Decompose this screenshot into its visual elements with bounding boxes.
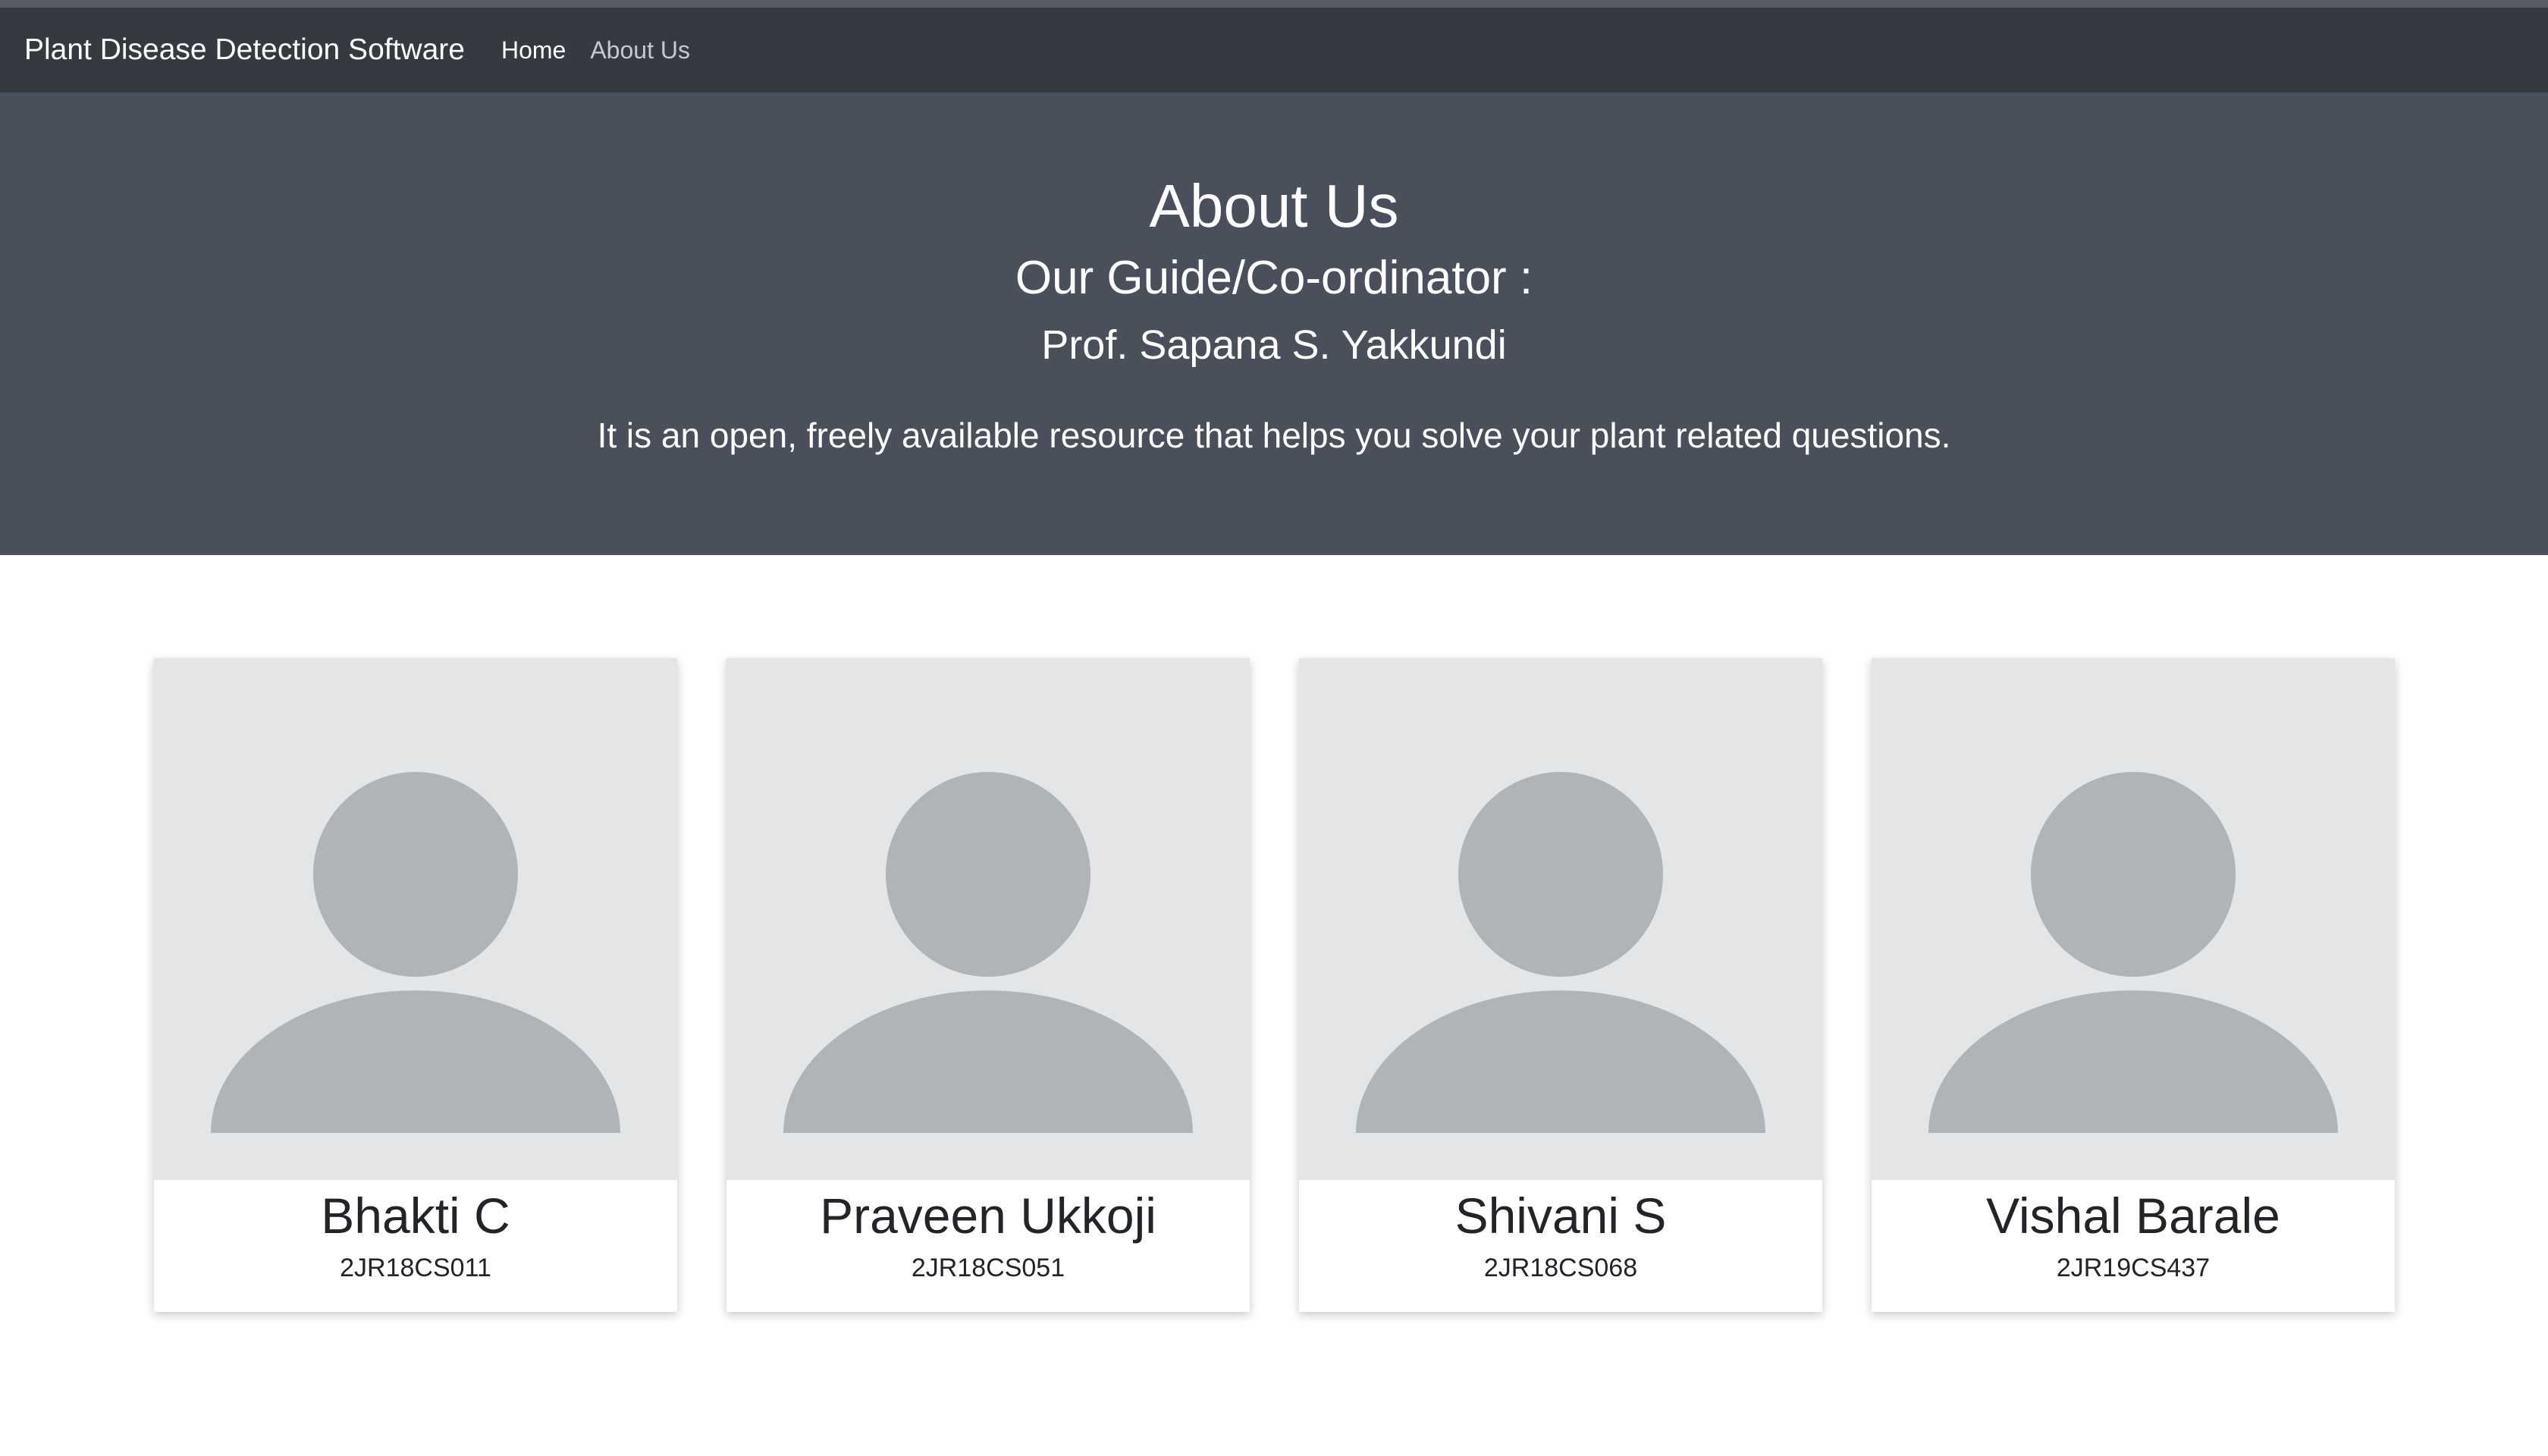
navbar: Plant Disease Detection Software Home Ab…	[0, 8, 2548, 93]
team-card: Bhakti C 2JR18CS011	[154, 658, 677, 1312]
navbar-brand[interactable]: Plant Disease Detection Software	[24, 33, 465, 67]
user-placeholder-icon	[1872, 658, 2395, 1180]
team-member-id: 2JR18CS011	[340, 1254, 491, 1282]
team-card: Shivani S 2JR18CS068	[1299, 658, 1822, 1312]
user-placeholder-icon	[154, 658, 677, 1180]
window-top-border	[0, 0, 2548, 8]
team-member-name: Praveen Ukkoji	[820, 1188, 1156, 1244]
team-member-id: 2JR18CS051	[911, 1254, 1065, 1282]
page-title: About Us	[1149, 172, 1399, 240]
hero-banner: About Us Our Guide/Co-ordinator : Prof. …	[0, 93, 2548, 555]
team-member-name: Shivani S	[1454, 1188, 1667, 1244]
team-member-name: Bhakti C	[321, 1188, 510, 1244]
team-member-name: Vishal Barale	[1986, 1188, 2280, 1244]
guide-name: Prof. Sapana S. Yakkundi	[1041, 322, 1507, 368]
nav-link-about-us[interactable]: About Us	[590, 36, 690, 64]
guide-heading: Our Guide/Co-ordinator :	[1015, 252, 1533, 304]
team-member-id: 2JR19CS437	[2056, 1254, 2211, 1282]
hero-description: It is an open, freely available resource…	[597, 416, 1951, 455]
team-card: Vishal Barale 2JR19CS437	[1872, 658, 2395, 1312]
team-member-id: 2JR18CS068	[1483, 1254, 1638, 1282]
user-placeholder-icon	[726, 658, 1250, 1180]
nav-link-home[interactable]: Home	[501, 36, 566, 64]
user-placeholder-icon	[1299, 658, 1822, 1180]
team-card: Praveen Ukkoji 2JR18CS051	[726, 658, 1250, 1312]
